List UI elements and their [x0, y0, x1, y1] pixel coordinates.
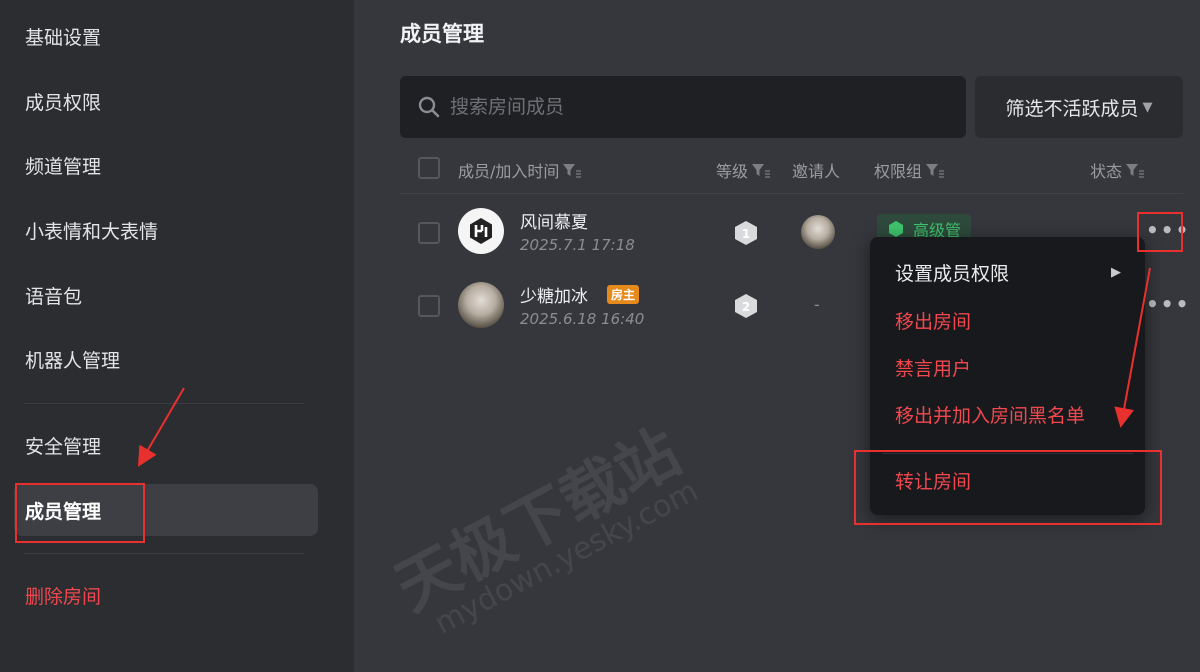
annotation-arrows: [137, 267, 1151, 467]
arrow-to-menu-icon: [1114, 267, 1151, 428]
arrow-to-member-management-icon: [137, 387, 185, 467]
